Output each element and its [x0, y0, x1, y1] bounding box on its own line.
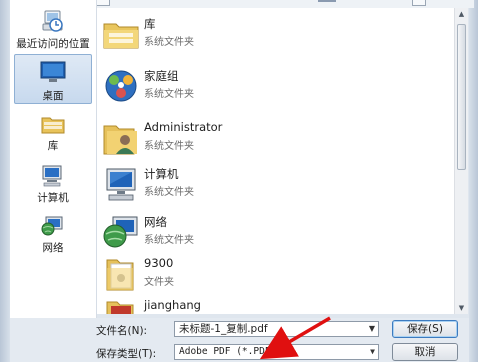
- file-type: 系统文件夹: [144, 187, 194, 198]
- user-folder-icon: [103, 125, 137, 155]
- chevron-down-icon[interactable]: ▼: [370, 345, 375, 359]
- top-toolbar-strip: [96, 0, 474, 8]
- nav-item-desktop[interactable]: 桌面: [14, 54, 92, 104]
- toolbar-edge: [412, 0, 426, 6]
- network-icon: [41, 216, 63, 236]
- nav-item-computer[interactable]: 计算机: [10, 164, 96, 205]
- file-type: 系统文件夹: [144, 89, 194, 100]
- list-item[interactable]: 计算机 系统文件夹: [97, 160, 454, 212]
- homegroup-icon: [105, 70, 137, 102]
- dialog-left-border: [0, 0, 10, 362]
- computer-icon: [42, 165, 62, 187]
- file-name: 9300: [144, 256, 174, 270]
- nav-item-network[interactable]: 网络: [10, 214, 96, 255]
- filename-label: 文件名(N):: [96, 325, 148, 337]
- list-item[interactable]: 库 系统文件夹: [97, 10, 454, 62]
- scroll-up-icon[interactable]: ▲: [455, 8, 468, 20]
- nav-item-library[interactable]: 库: [10, 112, 96, 153]
- chevron-down-icon[interactable]: ▼: [369, 322, 375, 336]
- folder-icon: [106, 259, 134, 291]
- toolbar-edge: [96, 0, 110, 6]
- navigation-pane: 最近访问的位置 桌面 库 计算机 网络: [10, 0, 97, 318]
- file-name: Administrator: [144, 120, 223, 134]
- filename-value: 未标题-1_复制.pdf: [179, 323, 268, 335]
- save-form: 文件名(N): 未标题-1_复制.pdf ▼ 保存(S) 保存类型(T): Ad…: [10, 318, 469, 362]
- nav-item-label: 库: [47, 140, 59, 152]
- nav-item-label: 计算机: [37, 192, 69, 204]
- file-name: 网络: [144, 215, 167, 229]
- file-type: 系统文件夹: [144, 235, 194, 246]
- vertical-scrollbar[interactable]: ▲ ▼: [454, 8, 468, 314]
- nav-item-label: 网络: [42, 242, 64, 254]
- list-item[interactable]: 家庭组 系统文件夹: [97, 62, 454, 114]
- desktop-icon: [40, 61, 66, 82]
- file-list: 库 系统文件夹 家庭组 系统文件夹 Administrator 系统文件夹 计算…: [97, 8, 454, 314]
- scroll-down-icon[interactable]: ▼: [455, 302, 468, 314]
- file-name: jianghang: [144, 298, 201, 312]
- filetype-value: Adobe PDF (*.PDF): [179, 346, 277, 357]
- file-name: 计算机: [144, 167, 179, 181]
- cancel-button[interactable]: 取消: [392, 343, 458, 361]
- file-name: 家庭组: [144, 69, 179, 83]
- file-type: 系统文件夹: [144, 37, 194, 48]
- list-item[interactable]: Administrator 系统文件夹: [97, 114, 454, 166]
- save-as-dialog: 最近访问的位置 桌面 库 计算机 网络 库 系统文件夹 家庭组 系统文件夹 Ad…: [0, 0, 478, 362]
- list-item[interactable]: jianghang: [97, 292, 454, 314]
- filetype-select[interactable]: Adobe PDF (*.PDF) ▼: [174, 344, 379, 360]
- nav-item-recent-places[interactable]: 最近访问的位置: [10, 8, 96, 51]
- library-folder-icon: [103, 23, 139, 49]
- nav-item-label: 桌面: [42, 90, 64, 102]
- scrollbar-thumb[interactable]: [457, 24, 466, 170]
- file-name: 库: [144, 17, 156, 31]
- network-icon: [103, 216, 138, 248]
- recent-places-icon: [42, 10, 63, 32]
- nav-item-label: 最近访问的位置: [16, 38, 90, 50]
- dialog-right-border: [469, 0, 478, 362]
- filetype-label: 保存类型(T):: [96, 348, 157, 360]
- filename-field[interactable]: 未标题-1_复制.pdf ▼: [174, 321, 379, 337]
- computer-icon: [106, 168, 136, 201]
- library-icon: [41, 117, 65, 134]
- file-type: 文件夹: [144, 277, 174, 288]
- save-button[interactable]: 保存(S): [392, 320, 458, 338]
- folder-icon: [106, 301, 134, 314]
- toolbar-segment: [318, 0, 336, 2]
- file-type: 系统文件夹: [144, 141, 194, 152]
